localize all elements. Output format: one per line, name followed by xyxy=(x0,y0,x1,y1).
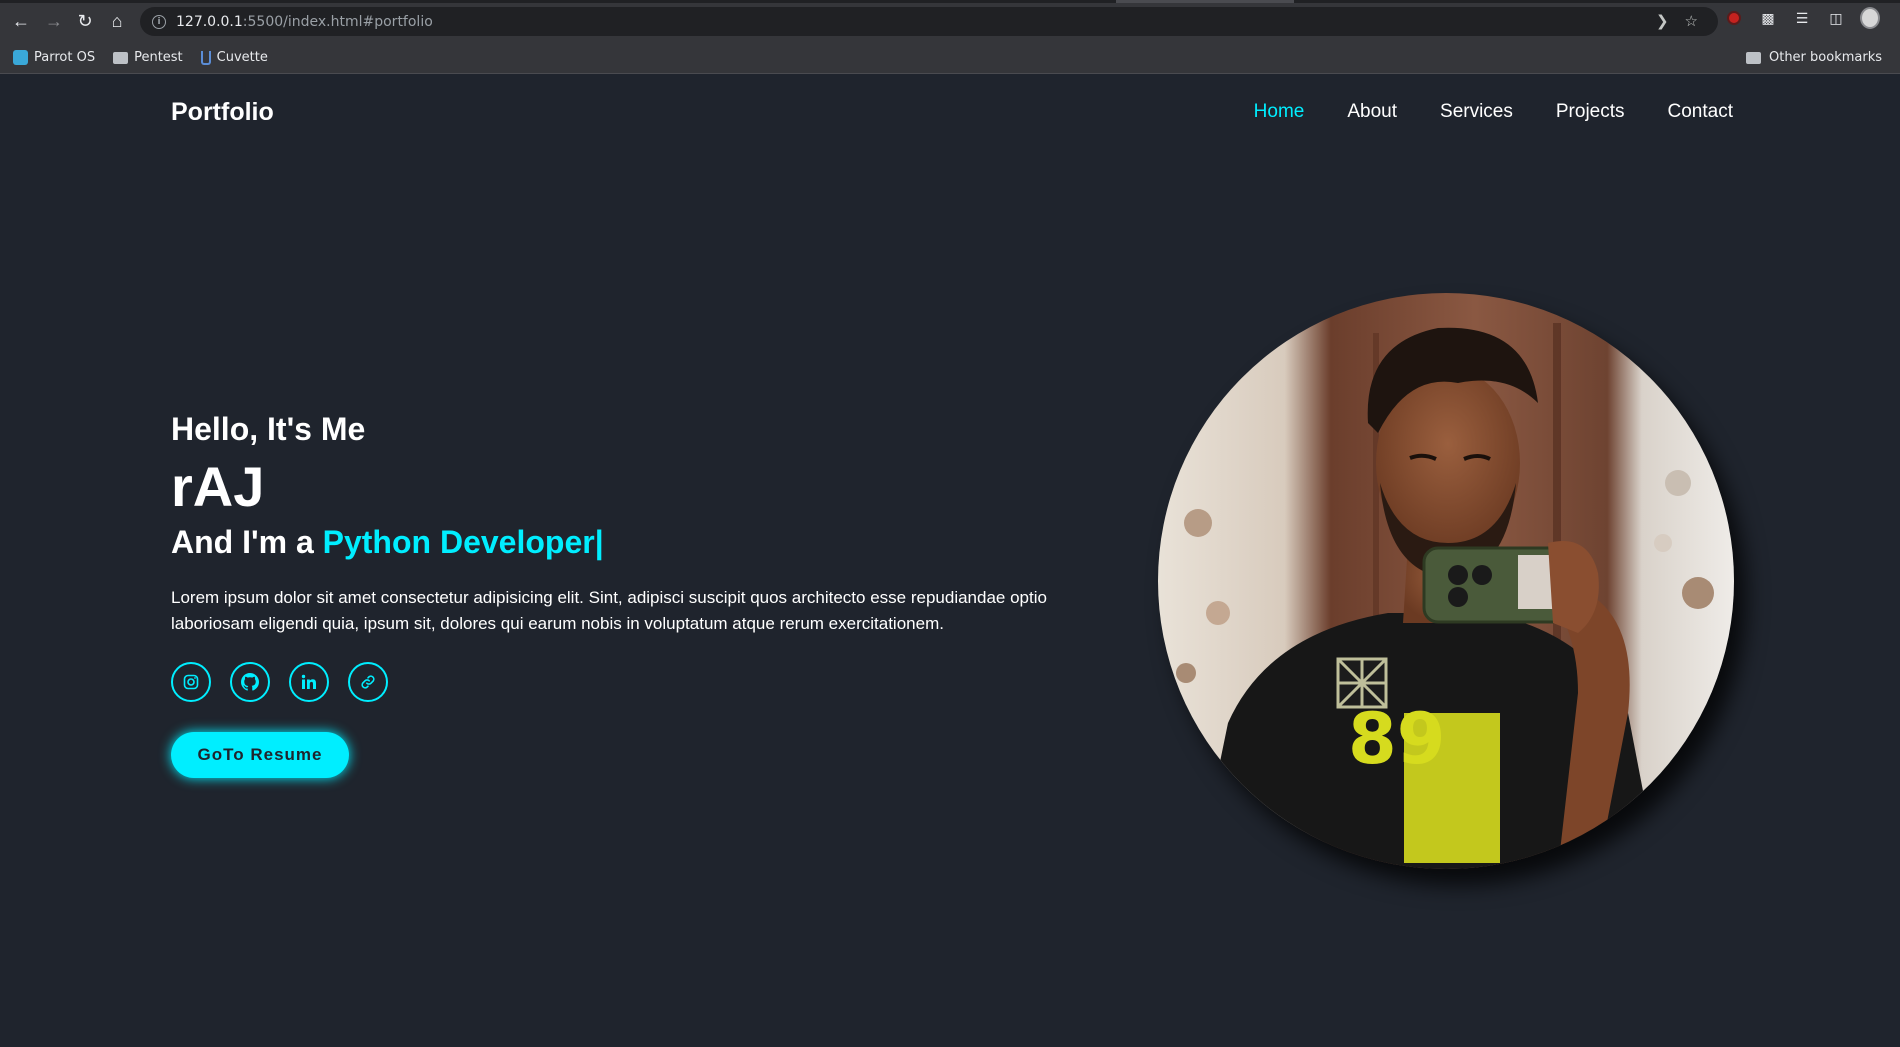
cuvette-icon xyxy=(200,50,211,65)
folder-icon xyxy=(113,51,129,64)
bookmark-other[interactable]: Other bookmarks xyxy=(1745,50,1882,65)
instagram-icon[interactable] xyxy=(171,662,211,703)
bookmark-label: Pentest xyxy=(134,50,183,65)
bookmark-pentest[interactable]: Pentest xyxy=(113,50,183,65)
profile-photo: 89 xyxy=(1158,293,1734,869)
profile-photo-illustration: 89 xyxy=(1158,293,1734,869)
hero-greeting: Hello, It's Me xyxy=(171,411,366,447)
star-icon[interactable]: ☆ xyxy=(1685,12,1698,30)
home-icon[interactable]: ⌂ xyxy=(104,8,130,34)
bookmark-label: Cuvette xyxy=(216,50,268,65)
site-nav: Home About Services Projects Contact xyxy=(1254,101,1733,123)
profile-avatar[interactable] xyxy=(1860,7,1880,29)
github-icon[interactable] xyxy=(230,662,270,703)
role-typed-text: Python Developer xyxy=(322,523,595,560)
svg-text:89: 89 xyxy=(1348,698,1445,780)
address-bar[interactable]: i 127.0.0.1:5500/index.html#portfolio ❯ … xyxy=(140,7,1718,36)
site-info-icon[interactable]: i xyxy=(152,14,166,29)
menu-icon[interactable]: ⋮ xyxy=(1894,8,1900,28)
url-text[interactable]: 127.0.0.1:5500/index.html#portfolio xyxy=(176,14,433,30)
bookmark-cuvette[interactable]: Cuvette xyxy=(200,50,268,65)
social-links xyxy=(171,662,1121,703)
extension-red-icon[interactable] xyxy=(1724,8,1744,28)
nav-services[interactable]: Services xyxy=(1440,101,1513,123)
site-logo[interactable]: Portfolio xyxy=(171,98,274,127)
typing-cursor: | xyxy=(594,523,604,560)
tab-strip-edge xyxy=(0,0,1900,3)
bookmarks-bar: Parrot OS Pentest Cuvette Other bookmark… xyxy=(0,42,1900,74)
puzzle-icon[interactable]: ▩ xyxy=(1758,8,1778,28)
reading-list-icon[interactable]: ☰ xyxy=(1792,8,1812,28)
goto-resume-button[interactable]: GoTo Resume xyxy=(171,732,349,779)
browser-toolbar: ← → ↻ ⌂ i 127.0.0.1:5500/index.html#port… xyxy=(0,0,1900,42)
bookmark-parrot-os[interactable]: Parrot OS xyxy=(13,50,95,65)
link-icon[interactable] xyxy=(348,662,388,703)
url-host: 127.0.0.1 xyxy=(176,13,243,30)
reload-icon[interactable]: ↻ xyxy=(72,8,98,34)
hero-description: Lorem ipsum dolor sit amet consectetur a… xyxy=(171,588,1047,633)
back-icon[interactable]: ← xyxy=(8,8,34,34)
side-panel-icon[interactable]: ◫ xyxy=(1826,8,1846,28)
forward-icon[interactable]: → xyxy=(41,8,67,34)
linkedin-icon[interactable] xyxy=(289,662,329,703)
url-path: :5500/index.html#portfolio xyxy=(242,13,433,30)
hero-role: And I'm a Python Developer| xyxy=(171,522,1121,564)
hero-name: rAJ xyxy=(171,454,265,518)
parrot-icon xyxy=(13,50,28,65)
nav-about[interactable]: About xyxy=(1347,101,1397,123)
share-icon[interactable]: ❯ xyxy=(1656,12,1669,30)
page: Portfolio Home About Services Projects C… xyxy=(0,74,1900,1047)
site-header: Portfolio Home About Services Projects C… xyxy=(171,74,1733,150)
hero-content: Hello, It's Me rAJ And I'm a Python Deve… xyxy=(171,409,1121,779)
nav-contact[interactable]: Contact xyxy=(1668,101,1733,123)
nav-projects[interactable]: Projects xyxy=(1556,101,1625,123)
role-prefix: And I'm a xyxy=(171,523,314,560)
nav-home[interactable]: Home xyxy=(1254,101,1305,123)
bookmark-label: Parrot OS xyxy=(34,50,96,65)
folder-icon xyxy=(1745,51,1761,64)
bookmark-label: Other bookmarks xyxy=(1768,50,1882,65)
